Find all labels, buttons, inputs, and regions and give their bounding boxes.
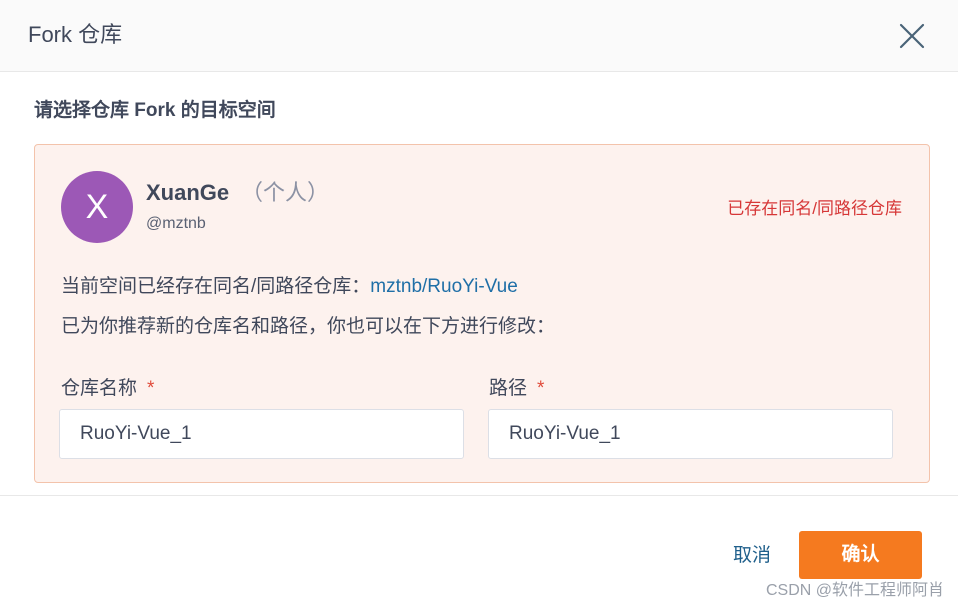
required-mark: *	[537, 378, 545, 399]
fork-dialog: Fork 仓库 请选择仓库 Fork 的目标空间 X XuanGe （个人） @…	[0, 0, 958, 610]
footer-divider	[0, 495, 958, 496]
repo-path-label-text: 路径	[489, 378, 528, 399]
repo-path-label: 路径 *	[489, 375, 544, 403]
user-type: （个人）	[241, 180, 330, 205]
exists-message: 当前空间已经存在同名/同路径仓库：mztnb/RuoYi-Vue	[61, 273, 518, 301]
user-handle: @mztnb	[146, 215, 206, 232]
repo-name-input[interactable]	[59, 409, 464, 459]
dialog-title: Fork 仓库	[28, 22, 123, 47]
exists-message-prefix: 当前空间已经存在同名/同路径仓库：	[61, 276, 371, 297]
section-label: 请选择仓库 Fork 的目标空间	[34, 100, 276, 121]
target-namespace-card[interactable]: X XuanGe （个人） @mztnb 已存在同名/同路径仓库 当前空间已经存…	[34, 144, 930, 483]
dialog-header: Fork 仓库	[0, 0, 958, 72]
status-warning: 已存在同名/同路径仓库	[727, 199, 902, 218]
repo-name-label-text: 仓库名称	[61, 378, 138, 399]
recommend-message: 已为你推荐新的仓库名和路径，你也可以在下方进行修改：	[61, 316, 556, 337]
watermark: CSDN @软件工程师阿肖	[765, 582, 944, 599]
repo-path-input[interactable]	[488, 409, 893, 459]
close-button[interactable]	[896, 20, 928, 52]
existing-repo-link[interactable]: mztnb/RuoYi-Vue	[370, 276, 518, 297]
repo-name-label: 仓库名称 *	[61, 375, 154, 403]
close-icon	[899, 23, 925, 49]
confirm-button[interactable]: 确认	[799, 531, 922, 579]
cancel-button[interactable]: 取消	[714, 538, 790, 574]
avatar: X	[61, 171, 133, 243]
required-mark: *	[147, 378, 155, 399]
user-name: XuanGe	[146, 180, 230, 205]
